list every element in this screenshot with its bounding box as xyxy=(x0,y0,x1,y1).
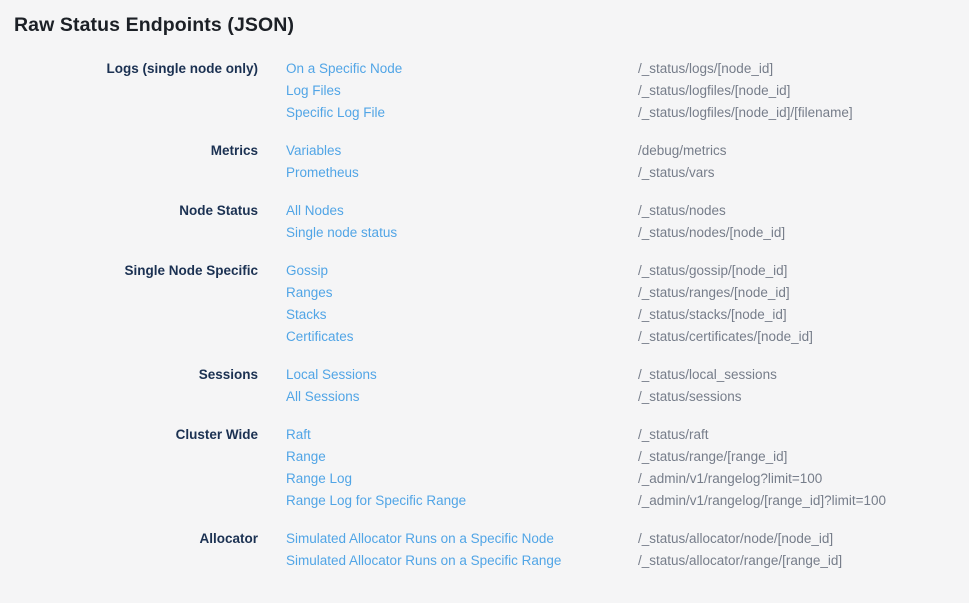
endpoint-link[interactable]: Local Sessions xyxy=(286,364,638,386)
paths-column: /_status/allocator/node/[node_id]/_statu… xyxy=(638,528,969,572)
endpoint-link[interactable]: Variables xyxy=(286,140,638,162)
category-label: Logs (single node only) xyxy=(0,58,258,80)
endpoint-path: /debug/metrics xyxy=(638,140,969,162)
endpoint-link[interactable]: Single node status xyxy=(286,222,638,244)
endpoint-path: /_status/logfiles/[node_id]/[filename] xyxy=(638,102,969,124)
endpoint-link[interactable]: Gossip xyxy=(286,260,638,282)
endpoints-section: Metrics VariablesPrometheus /debug/metri… xyxy=(0,140,969,184)
endpoint-link[interactable]: All Sessions xyxy=(286,386,638,408)
page-title: Raw Status Endpoints (JSON) xyxy=(14,13,969,37)
endpoints-section: Allocator Simulated Allocator Runs on a … xyxy=(0,528,969,572)
endpoint-path: /_status/nodes/[node_id] xyxy=(638,222,969,244)
endpoint-path: /_status/logfiles/[node_id] xyxy=(638,80,969,102)
endpoint-link[interactable]: Range xyxy=(286,446,638,468)
endpoints-section: Logs (single node only) On a Specific No… xyxy=(0,58,969,124)
category-label: Metrics xyxy=(0,140,258,162)
endpoint-path: /_admin/v1/rangelog/[range_id]?limit=100 xyxy=(638,490,969,512)
endpoints-section: Cluster Wide RaftRangeRange LogRange Log… xyxy=(0,424,969,512)
endpoint-link[interactable]: Ranges xyxy=(286,282,638,304)
paths-column: /_status/raft/_status/range/[range_id]/_… xyxy=(638,424,969,512)
category-label: Node Status xyxy=(0,200,258,222)
endpoint-link[interactable]: Certificates xyxy=(286,326,638,348)
links-column: All NodesSingle node status xyxy=(286,200,638,244)
category-label: Cluster Wide xyxy=(0,424,258,446)
endpoint-link[interactable]: Range Log for Specific Range xyxy=(286,490,638,512)
endpoint-path: /_status/nodes xyxy=(638,200,969,222)
endpoints-list: Logs (single node only) On a Specific No… xyxy=(0,58,969,572)
endpoint-link[interactable]: Log Files xyxy=(286,80,638,102)
endpoint-link[interactable]: Simulated Allocator Runs on a Specific N… xyxy=(286,528,638,550)
category-label: Single Node Specific xyxy=(0,260,258,282)
endpoints-section: Single Node Specific GossipRangesStacksC… xyxy=(0,260,969,348)
endpoint-link[interactable]: On a Specific Node xyxy=(286,58,638,80)
category-label: Sessions xyxy=(0,364,258,386)
endpoint-path: /_status/range/[range_id] xyxy=(638,446,969,468)
endpoint-path: /_status/ranges/[node_id] xyxy=(638,282,969,304)
endpoint-link[interactable]: All Nodes xyxy=(286,200,638,222)
endpoint-link[interactable]: Raft xyxy=(286,424,638,446)
category-label: Allocator xyxy=(0,528,258,550)
endpoint-link[interactable]: Stacks xyxy=(286,304,638,326)
endpoint-path: /_status/allocator/node/[node_id] xyxy=(638,528,969,550)
links-column: Local SessionsAll Sessions xyxy=(286,364,638,408)
endpoint-path: /_status/local_sessions xyxy=(638,364,969,386)
endpoint-link[interactable]: Simulated Allocator Runs on a Specific R… xyxy=(286,550,638,572)
endpoint-link[interactable]: Specific Log File xyxy=(286,102,638,124)
endpoint-path: /_status/sessions xyxy=(638,386,969,408)
links-column: On a Specific NodeLog FilesSpecific Log … xyxy=(286,58,638,124)
endpoint-path: /_admin/v1/rangelog?limit=100 xyxy=(638,468,969,490)
paths-column: /_status/logs/[node_id]/_status/logfiles… xyxy=(638,58,969,124)
endpoint-path: /_status/vars xyxy=(638,162,969,184)
paths-column: /_status/nodes/_status/nodes/[node_id] xyxy=(638,200,969,244)
paths-column: /_status/gossip/[node_id]/_status/ranges… xyxy=(638,260,969,348)
debug-page: Raw Status Endpoints (JSON) Logs (single… xyxy=(0,0,969,603)
endpoint-path: /_status/gossip/[node_id] xyxy=(638,260,969,282)
paths-column: /_status/local_sessions/_status/sessions xyxy=(638,364,969,408)
links-column: Simulated Allocator Runs on a Specific N… xyxy=(286,528,638,572)
endpoint-link[interactable]: Range Log xyxy=(286,468,638,490)
links-column: RaftRangeRange LogRange Log for Specific… xyxy=(286,424,638,512)
endpoint-path: /_status/logs/[node_id] xyxy=(638,58,969,80)
endpoint-path: /_status/allocator/range/[range_id] xyxy=(638,550,969,572)
endpoint-path: /_status/stacks/[node_id] xyxy=(638,304,969,326)
endpoint-path: /_status/certificates/[node_id] xyxy=(638,326,969,348)
links-column: VariablesPrometheus xyxy=(286,140,638,184)
endpoints-section: Sessions Local SessionsAll Sessions /_st… xyxy=(0,364,969,408)
endpoint-path: /_status/raft xyxy=(638,424,969,446)
paths-column: /debug/metrics/_status/vars xyxy=(638,140,969,184)
endpoint-link[interactable]: Prometheus xyxy=(286,162,638,184)
links-column: GossipRangesStacksCertificates xyxy=(286,260,638,348)
endpoints-section: Node Status All NodesSingle node status … xyxy=(0,200,969,244)
